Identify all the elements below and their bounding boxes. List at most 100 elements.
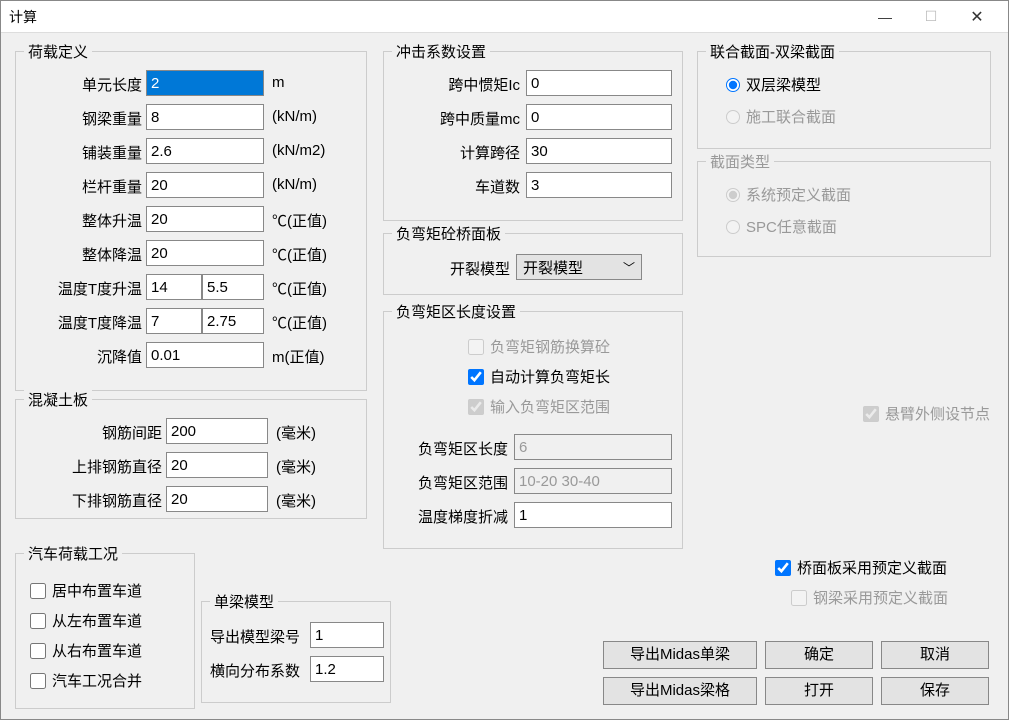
label-top-rebar-dia: 上排钢筋直径	[16, 456, 162, 477]
group-load-definition: 荷载定义 单元长度 m 钢梁重量 (kN/m) 铺装重量 (kN/m2) 栏杆重…	[15, 51, 367, 391]
input-unit-length[interactable]	[146, 70, 264, 96]
input-mid-inertia[interactable]	[526, 70, 672, 96]
radio-double-layer[interactable]: 双层梁模型	[726, 74, 821, 95]
checkbox-neg-rebar-convert: 负弯矩钢筋换算砼	[468, 336, 610, 357]
checkbox-lane-right[interactable]: 从右布置车道	[30, 640, 142, 661]
checkbox-vehicle-combine[interactable]: 汽车工况合并	[30, 670, 142, 691]
input-export-beam-no[interactable]	[310, 622, 384, 648]
input-span[interactable]	[526, 138, 672, 164]
input-lanes[interactable]	[526, 172, 672, 198]
input-bot-rebar-dia[interactable]	[166, 486, 268, 512]
input-settlement[interactable]	[146, 342, 264, 368]
label-tgrad-down: 温度T度降温	[16, 312, 142, 333]
label-settlement: 沉降值	[16, 346, 142, 367]
checkbox-input-neg-range: 输入负弯矩区范围	[468, 396, 610, 417]
group-concrete-legend: 混凝土板	[24, 389, 92, 410]
window-title: 计算	[9, 7, 862, 27]
unit-settlement: m(正值)	[272, 346, 325, 367]
label-paving-weight: 铺装重量	[16, 142, 142, 163]
chevron-down-icon: ﹀	[623, 259, 635, 276]
unit-unit-length: m	[272, 74, 285, 91]
button-ok[interactable]: 确定	[765, 641, 873, 669]
combo-crack-model-value: 开裂模型	[523, 257, 583, 278]
unit-temp-up: ℃(正值)	[272, 210, 327, 231]
input-top-rebar-dia[interactable]	[166, 452, 268, 478]
checkbox-lane-left[interactable]: 从左布置车道	[30, 610, 142, 631]
unit-temp-down: ℃(正值)	[272, 244, 327, 265]
input-steel-beam-weight[interactable]	[146, 104, 264, 130]
input-neg-length	[514, 434, 672, 460]
unit-paving-weight: (kN/m2)	[272, 142, 325, 159]
group-neg-deck: 负弯矩砼桥面板 开裂模型 开裂模型 ﹀	[383, 233, 683, 295]
checkbox-deck-predef[interactable]: 桥面板采用预定义截面	[775, 557, 947, 578]
input-tgrad-down-1[interactable]	[146, 308, 202, 334]
unit-rail-weight: (kN/m)	[272, 176, 317, 193]
input-paving-weight[interactable]	[146, 138, 264, 164]
dialog-content: 荷载定义 单元长度 m 钢梁重量 (kN/m) 铺装重量 (kN/m2) 栏杆重…	[1, 33, 1008, 719]
label-temp-down: 整体降温	[16, 244, 142, 265]
label-export-beam-no: 导出模型梁号	[202, 626, 306, 647]
group-neg-zone: 负弯矩区长度设置 负弯矩钢筋换算砼 自动计算负弯矩长 输入负弯矩区范围 负弯矩区…	[383, 311, 683, 549]
label-temp-up: 整体升温	[16, 210, 142, 231]
combo-crack-model[interactable]: 开裂模型 ﹀	[516, 254, 642, 280]
input-temp-grad-red[interactable]	[514, 502, 672, 528]
group-vehicle-load: 汽车荷载工况 居中布置车道 从左布置车道 从右布置车道 汽车工况合并	[15, 553, 195, 709]
label-lanes: 车道数	[384, 176, 520, 197]
maximize-button: ☐	[908, 2, 954, 32]
unit-bot-rebar-dia: (毫米)	[276, 490, 316, 511]
group-single-beam: 单梁模型 导出模型梁号 横向分布系数	[201, 601, 391, 703]
close-button[interactable]: ✕	[954, 2, 1000, 32]
label-neg-length: 负弯矩区长度	[384, 438, 508, 459]
unit-tgrad-up: ℃(正值)	[272, 278, 327, 299]
minimize-button[interactable]: —	[862, 2, 908, 32]
checkbox-lane-center[interactable]: 居中布置车道	[30, 580, 142, 601]
label-mid-inertia: 跨中惯矩Ic	[384, 74, 520, 95]
label-temp-grad-red: 温度梯度折减	[384, 506, 508, 527]
button-export-midas-single[interactable]: 导出Midas单梁	[603, 641, 757, 669]
unit-steel-beam-weight: (kN/m)	[272, 108, 317, 125]
group-composite-section: 联合截面-双梁截面 双层梁模型 施工联合截面	[697, 51, 991, 149]
label-neg-range: 负弯矩区范围	[384, 472, 508, 493]
group-impact-legend: 冲击系数设置	[392, 41, 490, 62]
button-cancel[interactable]: 取消	[881, 641, 989, 669]
label-rail-weight: 栏杆重量	[16, 176, 142, 197]
group-concrete-slab: 混凝土板 钢筋间距 (毫米) 上排钢筋直径 (毫米) 下排钢筋直径 (毫米)	[15, 399, 367, 519]
input-rebar-spacing[interactable]	[166, 418, 268, 444]
checkbox-cantilever-nodes: 悬臂外侧设节点	[863, 403, 990, 424]
label-tgrad-up: 温度T度升温	[16, 278, 142, 299]
input-lateral-coef[interactable]	[310, 656, 384, 682]
unit-top-rebar-dia: (毫米)	[276, 456, 316, 477]
input-tgrad-up-1[interactable]	[146, 274, 202, 300]
input-tgrad-down-2[interactable]	[202, 308, 264, 334]
group-vehicle-legend: 汽车荷载工况	[24, 543, 122, 564]
group-composite-legend: 联合截面-双梁截面	[706, 41, 839, 62]
input-rail-weight[interactable]	[146, 172, 264, 198]
radio-construction-composite: 施工联合截面	[726, 106, 836, 127]
group-section-type-legend: 截面类型	[706, 151, 774, 172]
group-impact: 冲击系数设置 跨中惯矩Ic 跨中质量mc 计算跨径 车道数	[383, 51, 683, 221]
checkbox-auto-neg-length[interactable]: 自动计算负弯矩长	[468, 366, 610, 387]
label-unit-length: 单元长度	[16, 74, 142, 95]
group-neg-zone-legend: 负弯矩区长度设置	[392, 301, 520, 322]
group-neg-deck-legend: 负弯矩砼桥面板	[392, 223, 505, 244]
label-mid-mass: 跨中质量mc	[384, 108, 520, 129]
input-temp-up[interactable]	[146, 206, 264, 232]
group-load-legend: 荷载定义	[24, 41, 92, 62]
label-bot-rebar-dia: 下排钢筋直径	[16, 490, 162, 511]
button-export-midas-grid[interactable]: 导出Midas梁格	[603, 677, 757, 705]
button-open[interactable]: 打开	[765, 677, 873, 705]
input-temp-down[interactable]	[146, 240, 264, 266]
label-span: 计算跨径	[384, 142, 520, 163]
label-crack-model: 开裂模型	[384, 258, 510, 279]
input-tgrad-up-2[interactable]	[202, 274, 264, 300]
label-steel-beam-weight: 钢梁重量	[16, 108, 142, 129]
label-lateral-coef: 横向分布系数	[202, 660, 306, 681]
button-save[interactable]: 保存	[881, 677, 989, 705]
unit-rebar-spacing: (毫米)	[276, 422, 316, 443]
label-rebar-spacing: 钢筋间距	[16, 422, 162, 443]
window-controls: — ☐ ✕	[862, 2, 1000, 32]
group-single-beam-legend: 单梁模型	[210, 591, 278, 612]
dialog-window: 计算 — ☐ ✕ 荷载定义 单元长度 m 钢梁重量 (kN/m) 铺装重量 (k…	[0, 0, 1009, 720]
input-mid-mass[interactable]	[526, 104, 672, 130]
checkbox-steel-predef: 钢梁采用预定义截面	[791, 587, 948, 608]
